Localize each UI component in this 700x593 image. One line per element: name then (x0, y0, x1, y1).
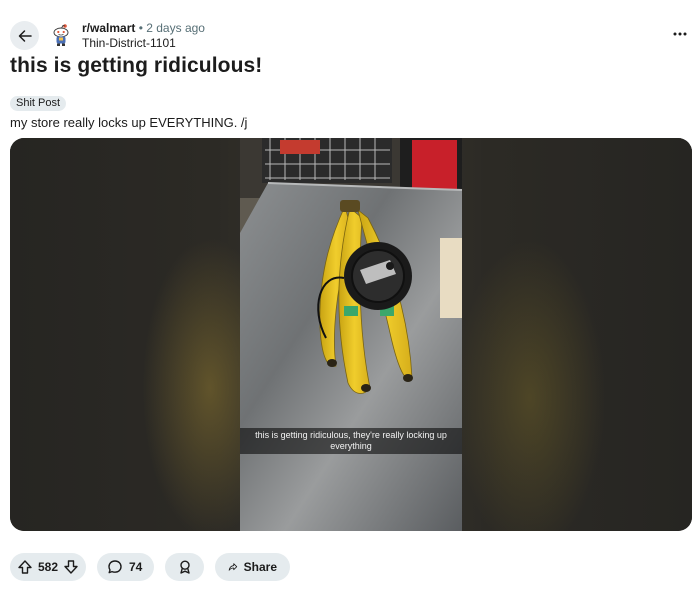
more-options-button[interactable] (670, 24, 690, 44)
arrow-left-icon (18, 29, 32, 42)
snoo-icon (53, 24, 69, 46)
vote-score: 582 (37, 560, 59, 574)
post-meta: r/walmart • 2 days ago Thin-District-110… (82, 21, 205, 51)
upvote-button[interactable] (16, 558, 34, 576)
author-link[interactable]: Thin-District-1101 (82, 36, 205, 51)
post-time: 2 days ago (146, 21, 205, 35)
arrow-up-icon (18, 560, 32, 574)
meta-separator: • (138, 21, 143, 35)
subreddit-link[interactable]: r/walmart (82, 21, 135, 35)
post-media: this is getting ridiculous, they're real… (10, 138, 692, 531)
comments-button[interactable]: 74 (97, 553, 154, 581)
banana-photo (240, 138, 462, 531)
share-label: Share (243, 560, 277, 574)
post-header: r/walmart • 2 days ago Thin-District-110… (10, 20, 690, 52)
image-caption-line2: everything (330, 441, 372, 451)
vote-control: 582 (10, 553, 86, 581)
award-icon (179, 560, 190, 574)
post-body: my store really locks up EVERYTHING. /j (10, 115, 248, 130)
share-arrow-icon (228, 563, 238, 571)
share-button[interactable]: Share (215, 553, 290, 581)
image-caption: this is getting ridiculous, they're real… (240, 428, 462, 454)
post-action-bar: 582 74 Share (10, 553, 290, 581)
downvote-button[interactable] (62, 558, 80, 576)
back-button[interactable] (10, 21, 39, 50)
speech-bubble-icon (108, 560, 122, 574)
subreddit-avatar[interactable] (50, 23, 72, 47)
comment-count: 74 (129, 560, 143, 574)
image-caption-line1: this is getting ridiculous, they're real… (255, 430, 447, 440)
post-flair[interactable]: Shit Post (10, 96, 67, 111)
award-button[interactable] (165, 553, 204, 581)
post-title: this is getting ridiculous! (10, 54, 263, 77)
post-image[interactable]: this is getting ridiculous, they're real… (240, 138, 462, 531)
arrow-down-icon (64, 560, 78, 574)
ellipsis-icon (673, 32, 687, 36)
